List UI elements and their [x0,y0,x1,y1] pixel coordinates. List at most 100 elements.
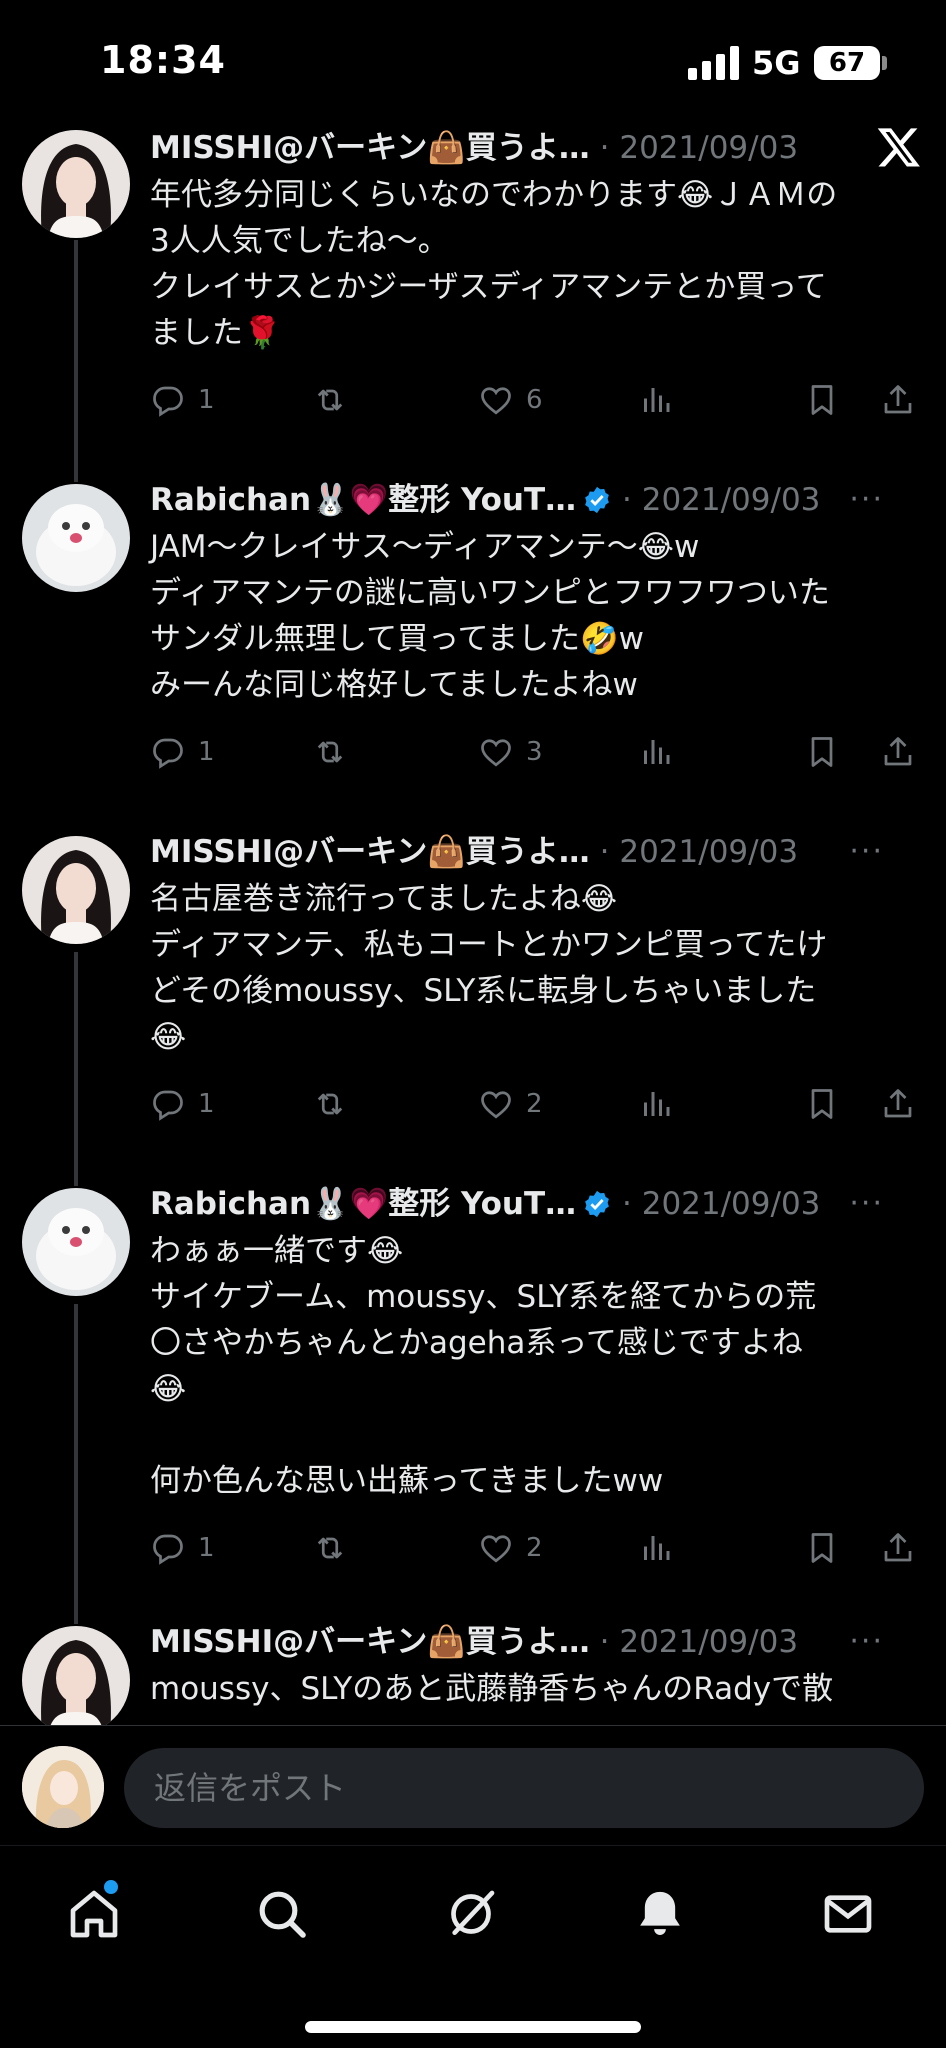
repost-icon [317,1093,343,1115]
bookmark-icon [811,1533,833,1563]
like-count: 2 [526,1533,543,1563]
tweet-line [150,1412,910,1458]
nav-search[interactable] [254,1886,314,1946]
avatar[interactable] [22,1188,130,1296]
bookmark-button[interactable] [804,1082,840,1126]
tweet-actions: 1 6 [150,378,920,422]
tweet[interactable]: Rabichan🐰💗整形 YouT… · 2021/09/03 ··· JAM〜… [0,470,946,822]
thread: MISSHI@バーキン👜買うよ… · 2021/09/03 年代多分同じくらいな… [0,120,946,1725]
bookmark-icon [811,737,833,767]
tweet[interactable]: MISSHI@バーキン👜買うよ… · 2021/09/03 年代多分同じくらいな… [0,120,946,470]
repost-button[interactable] [312,378,348,422]
home-indicator[interactable] [305,2021,641,2033]
share-icon [884,1089,912,1118]
reply-icon [153,738,183,769]
more-options-button[interactable]: ··· [849,830,884,874]
bookmark-button[interactable] [804,378,840,422]
share-button[interactable] [880,378,916,422]
tweet-actions: 1 2 [150,1082,920,1126]
views-button[interactable] [638,1082,674,1126]
mail-icon [824,1895,872,1933]
grok-icon [451,1890,495,1935]
heart-icon [481,1535,511,1563]
tweet-line: わぁぁ一緒です😂 [150,1233,404,1269]
tweet-line: 😂 [150,1019,187,1055]
avatar[interactable] [22,1626,130,1725]
reply-input[interactable] [124,1748,924,1828]
tweet-header: Rabichan🐰💗整形 YouT… · 2021/09/03 ··· [150,1182,910,1226]
thread-connector [74,1174,78,1186]
nav-grok[interactable] [443,1886,503,1946]
like-button[interactable]: 2 [478,1526,543,1570]
views-button[interactable] [638,378,674,422]
tweet-line: ディアマンテの謎に高いワンピとフワフワついた [150,575,830,611]
tweet-date[interactable]: · 2021/09/03 [600,1624,798,1660]
battery-icon [882,56,887,70]
repost-button[interactable] [312,730,348,774]
tweet-header: Rabichan🐰💗整形 YouT… · 2021/09/03 ··· [150,478,910,522]
views-button[interactable] [638,730,674,774]
tweet[interactable]: Rabichan🐰💗整形 YouT… · 2021/09/03 ··· わぁぁ一… [0,1174,946,1612]
thread-connector [74,1612,78,1624]
views-icon [644,1092,670,1116]
more-options-button[interactable]: ··· [849,1182,884,1226]
bookmark-icon [811,1089,833,1119]
reply-button[interactable]: 1 [150,378,215,422]
bookmark-button[interactable] [804,1526,840,1570]
tweet-date[interactable]: · 2021/09/03 [600,834,798,870]
tweet-date[interactable]: · 2021/09/03 [622,482,820,518]
tweet-line: サンダル無理して買ってました🤣w [150,621,644,657]
more-options-button[interactable]: ··· [849,478,884,522]
reply-button[interactable]: 1 [150,1082,215,1126]
reply-bar [0,1725,946,1845]
author-name[interactable]: Rabichan🐰💗整形 YouT… [150,482,576,518]
thread-connector [74,240,78,470]
bookmark-button[interactable] [804,730,840,774]
tweet-actions: 1 2 [150,1526,920,1570]
nav-home[interactable] [66,1880,126,1946]
repost-button[interactable] [312,1082,348,1126]
share-button[interactable] [880,730,916,774]
nav-messages[interactable] [820,1886,880,1946]
share-button[interactable] [880,1082,916,1126]
heart-icon [481,739,511,767]
tweet-date[interactable]: · 2021/09/03 [600,130,798,166]
tweet-line: どその後moussy、SLY系に転身しちゃいました [150,973,817,1009]
author-name[interactable]: Rabichan🐰💗整形 YouT… [150,1186,576,1222]
views-button[interactable] [638,1526,674,1570]
tweet-text: 年代多分同じくらいなのでわかります😂ＪＡＭの 3人人気でしたね〜。 クレイサスと… [150,172,910,356]
tweet[interactable]: MISSHI@バーキン👜買うよ… · 2021/09/03 ··· 名古屋巻き流… [0,822,946,1174]
notification-dot [104,1880,118,1894]
author-name[interactable]: MISSHI@バーキン👜買うよ… [150,834,590,870]
reply-button[interactable]: 1 [150,730,215,774]
bookmark-icon [811,385,833,415]
share-icon [884,1533,912,1562]
tweet-header: MISSHI@バーキン👜買うよ… · 2021/09/03 ··· [150,830,910,874]
tweet-line: 〇さやかちゃんとかageha系って感じですよね [150,1325,803,1361]
like-button[interactable]: 2 [478,1082,543,1126]
avatar[interactable] [22,130,130,238]
thread-connector [74,952,78,1174]
tweet-line: ました🌹 [150,315,282,351]
user-avatar[interactable] [22,1746,104,1828]
avatar[interactable] [22,484,130,592]
heart-icon [481,387,511,415]
share-button[interactable] [880,1526,916,1570]
author-name[interactable]: MISSHI@バーキン👜買うよ… [150,1624,590,1660]
like-button[interactable]: 3 [478,730,543,774]
repost-icon [317,741,343,763]
author-name[interactable]: MISSHI@バーキン👜買うよ… [150,130,590,166]
nav-notifications[interactable] [632,1886,692,1946]
avatar[interactable] [22,836,130,944]
like-count: 2 [526,1089,543,1119]
like-button[interactable]: 6 [478,378,543,422]
reply-button[interactable]: 1 [150,1526,215,1570]
tweet-line: 年代多分同じくらいなのでわかります😂ＪＡＭの [150,177,838,213]
tweet-actions: 1 3 [150,730,920,774]
more-options-button[interactable]: ··· [849,1620,884,1664]
tweet[interactable]: MISSHI@バーキン👜買うよ… · 2021/09/03 ··· moussy… [0,1612,946,1725]
views-icon [644,1536,670,1560]
repost-button[interactable] [312,1526,348,1570]
tweet-date[interactable]: · 2021/09/03 [622,1186,820,1222]
tweet-line: クレイサスとかジーザスディアマンテとか買って [150,269,827,305]
